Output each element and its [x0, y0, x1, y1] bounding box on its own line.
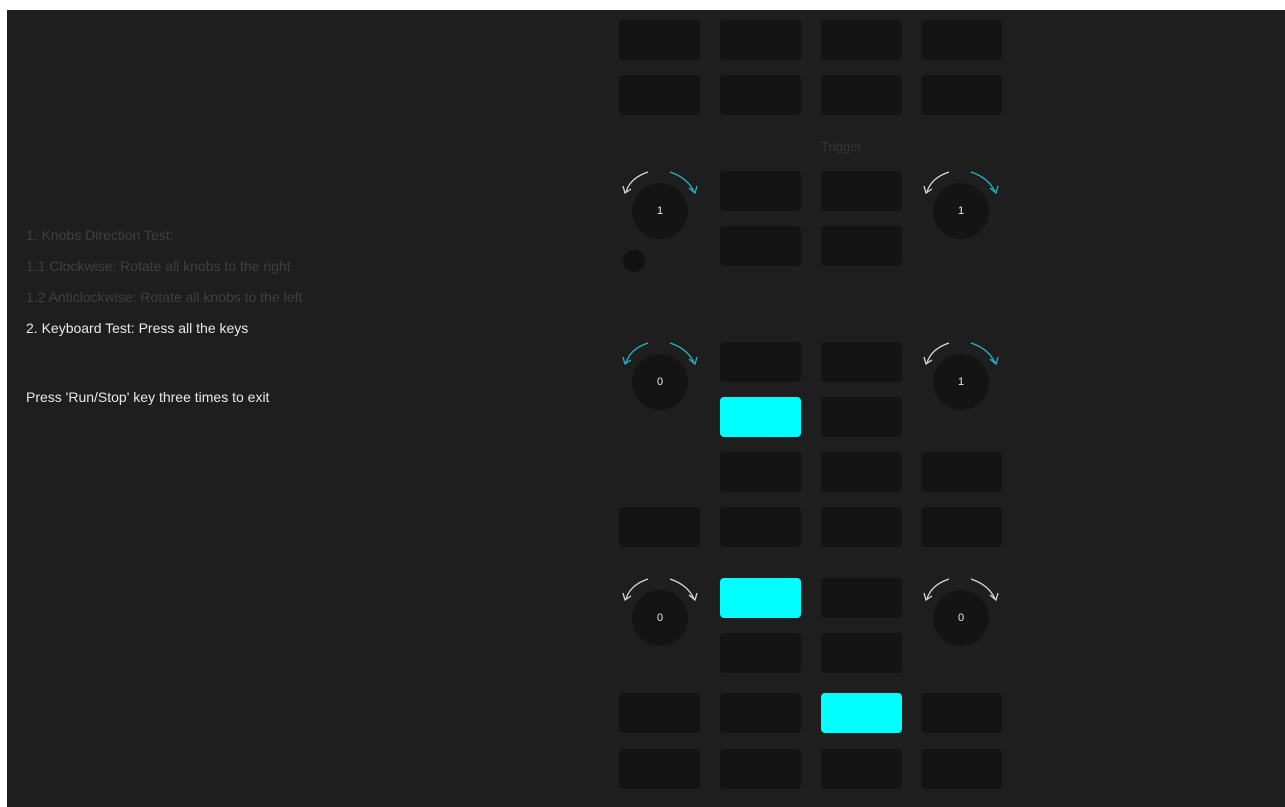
panel-key[interactable] [720, 342, 801, 382]
knob-value: 1 [632, 183, 688, 239]
panel-key[interactable] [921, 452, 1002, 492]
panel-key[interactable] [821, 633, 902, 673]
panel-key[interactable] [720, 749, 801, 789]
knob-value: 0 [933, 590, 989, 646]
panel-key[interactable] [821, 75, 902, 115]
knob[interactable]: 1 [620, 166, 700, 246]
panel-key[interactable] [619, 75, 700, 115]
trigger-label: Trigger [821, 139, 862, 154]
knob-value: 0 [632, 590, 688, 646]
panel-key[interactable] [720, 693, 801, 733]
knob[interactable]: 1 [921, 337, 1001, 417]
panel-key[interactable] [720, 226, 801, 266]
panel-key-pressed[interactable] [821, 693, 902, 733]
panel-key[interactable] [921, 693, 1002, 733]
panel-key[interactable] [619, 20, 700, 60]
instruction-clockwise: 1.1 Clockwise: Rotate all knobs to the r… [26, 258, 291, 274]
knob[interactable]: 0 [620, 337, 700, 417]
panel-key[interactable] [720, 20, 801, 60]
panel-key[interactable] [720, 452, 801, 492]
panel-key[interactable] [921, 507, 1002, 547]
knob-value: 1 [933, 354, 989, 410]
knob-push-button[interactable] [623, 250, 645, 272]
knob[interactable]: 0 [620, 573, 700, 653]
instruction-knobs-title: 1. Knobs Direction Test: [26, 227, 174, 243]
knob-value: 1 [933, 183, 989, 239]
panel-key[interactable] [619, 693, 700, 733]
panel-key[interactable] [720, 171, 801, 211]
panel-key[interactable] [720, 633, 801, 673]
instruction-keyboard: 2. Keyboard Test: Press all the keys [26, 320, 249, 336]
panel-key-pressed[interactable] [720, 397, 801, 437]
knob-value: 0 [632, 354, 688, 410]
trigger-key-1[interactable] [821, 171, 902, 211]
instruction-exit: Press 'Run/Stop' key three times to exit [26, 389, 270, 405]
knob[interactable]: 0 [921, 573, 1001, 653]
panel-key[interactable] [821, 452, 902, 492]
panel-key[interactable] [821, 397, 902, 437]
panel-key[interactable] [720, 507, 801, 547]
panel-key[interactable] [821, 20, 902, 60]
trigger-key-2[interactable] [821, 226, 902, 266]
panel-key[interactable] [921, 20, 1002, 60]
panel-key[interactable] [619, 507, 700, 547]
panel-key[interactable] [821, 342, 902, 382]
panel-key[interactable] [619, 749, 700, 789]
panel-key[interactable] [821, 507, 902, 547]
panel-key-pressed[interactable] [720, 578, 801, 618]
panel-key[interactable] [921, 749, 1002, 789]
panel-key[interactable] [821, 578, 902, 618]
panel-key[interactable] [720, 75, 801, 115]
panel-key[interactable] [921, 75, 1002, 115]
knob[interactable]: 1 [921, 166, 1001, 246]
instruction-anticlockwise: 1.2 Anticlockwise: Rotate all knobs to t… [26, 289, 303, 305]
panel-key[interactable] [821, 749, 902, 789]
